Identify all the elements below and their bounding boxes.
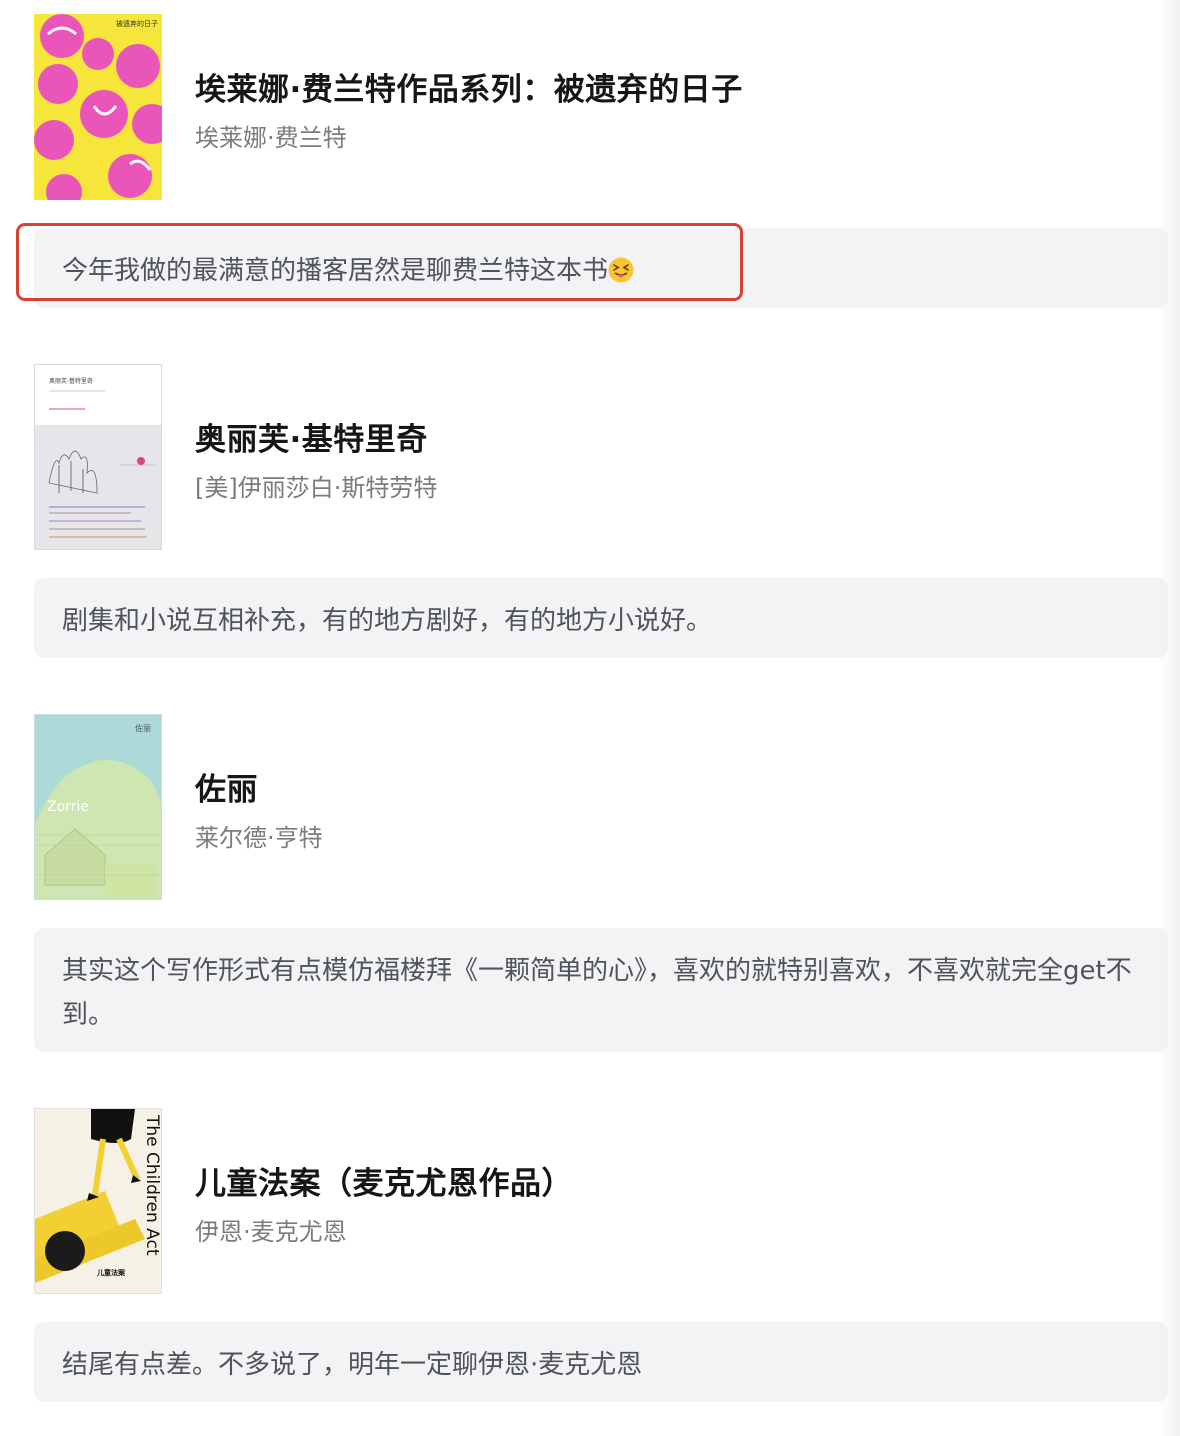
highlight-box	[16, 223, 743, 301]
comment-text: 剧集和小说互相补充，有的地方剧好，有的地方小说好。	[62, 606, 713, 636]
book-row[interactable]: 被遗弃的日子 埃莱娜·费兰特作品系列：被遗弃的日子 埃莱娜·费兰特	[34, 14, 1134, 200]
comment-text: 结尾有点差。不多说了，明年一定聊伊恩·麦克尤恩	[62, 1350, 643, 1380]
svg-text:佐丽: 佐丽	[135, 723, 151, 733]
book-author: 埃莱娜·费兰特	[195, 124, 347, 152]
book-cover[interactable]: 奥丽芙·基特里奇	[34, 364, 162, 550]
svg-text:奥丽芙·基特里奇: 奥丽芙·基特里奇	[49, 377, 93, 385]
cover-art: 佐丽 Zorrie	[35, 715, 161, 899]
book-title[interactable]: 佐丽	[195, 764, 258, 809]
svg-text:The Children Act: The Children Act	[142, 1114, 162, 1256]
book-title[interactable]: 儿童法案（麦克尤恩作品）	[195, 1158, 573, 1203]
svg-text:儿童法案: 儿童法案	[96, 1268, 126, 1277]
book-title[interactable]: 埃莱娜·费兰特作品系列：被遗弃的日子	[195, 64, 743, 109]
book-cover[interactable]: 儿童法案 The Children Act	[34, 1108, 162, 1294]
book-row[interactable]: 儿童法案 The Children Act 儿童法案（麦克尤恩作品） 伊恩·麦克…	[34, 1108, 1134, 1294]
cover-art: 被遗弃的日子	[34, 14, 162, 200]
book-comment: 结尾有点差。不多说了，明年一定聊伊恩·麦克尤恩	[34, 1322, 1168, 1402]
scrollbar-track[interactable]	[1158, 0, 1180, 1436]
book-cover[interactable]: 佐丽 Zorrie	[34, 714, 162, 900]
cover-art: 奥丽芙·基特里奇	[35, 365, 161, 549]
book-author: 伊恩·麦克尤恩	[195, 1218, 347, 1246]
cover-art: 儿童法案 The Children Act	[35, 1109, 162, 1293]
book-comment: 其实这个写作形式有点模仿福楼拜《一颗简单的心》，喜欢的就特别喜欢，不喜欢就完全g…	[34, 928, 1168, 1052]
comment-text: 其实这个写作形式有点模仿福楼拜《一颗简单的心》，喜欢的就特别喜欢，不喜欢就完全g…	[62, 956, 1132, 1030]
book-row[interactable]: 佐丽 Zorrie 佐丽 莱尔德·亨特	[34, 714, 1134, 900]
book-comment: 剧集和小说互相补充，有的地方剧好，有的地方小说好。	[34, 578, 1168, 658]
book-author: [美]伊丽莎白·斯特劳特	[195, 474, 438, 502]
svg-text:Zorrie: Zorrie	[47, 799, 89, 815]
book-row[interactable]: 奥丽芙·基特里奇 奥丽芙·基特里奇 [美]伊丽莎白·斯特劳特	[34, 364, 1134, 550]
book-cover[interactable]: 被遗弃的日子	[34, 14, 162, 200]
svg-text:被遗弃的日子: 被遗弃的日子	[116, 19, 158, 28]
book-title[interactable]: 奥丽芙·基特里奇	[195, 414, 428, 459]
book-author: 莱尔德·亨特	[195, 824, 323, 852]
